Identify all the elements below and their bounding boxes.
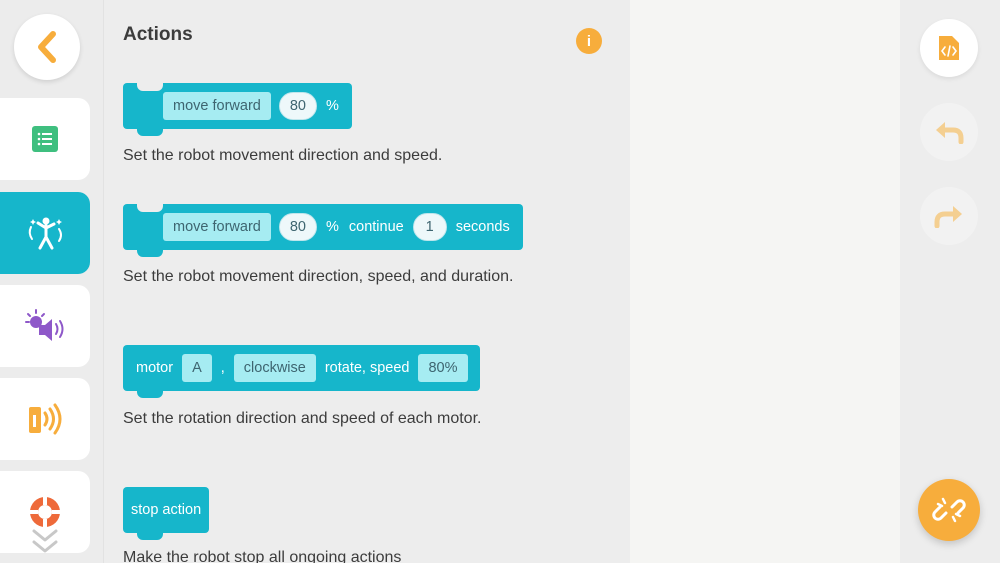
lifebuoy-icon (30, 497, 60, 527)
block-palette: Actions i move forward 80 % Set the robo… (104, 0, 630, 563)
redo-button[interactable] (920, 187, 978, 245)
script-canvas[interactable] (630, 0, 900, 563)
sensor-signal-icon (29, 403, 62, 435)
dancing-figure-icon (28, 217, 62, 250)
block-description: Make the robot stop all ongoing actions (123, 549, 402, 563)
block-motor-rotate[interactable]: motor A , clockwise rotate, speed 80% (123, 345, 480, 398)
palette-title: Actions (123, 24, 193, 45)
unit-label: % (325, 98, 339, 114)
back-button[interactable] (14, 14, 80, 80)
chevron-left-icon (38, 31, 56, 63)
redo-icon (934, 206, 962, 228)
comma-label: , (220, 360, 225, 376)
info-button[interactable]: i (576, 28, 602, 54)
direction-dropdown[interactable]: move forward (163, 213, 271, 241)
code-file-icon (939, 36, 959, 60)
block-move-forward-speed[interactable]: move forward 80 % (123, 82, 352, 136)
rotate-speed-label: rotate, speed (324, 360, 410, 376)
category-actions[interactable] (0, 192, 90, 274)
block-description: Set the robot movement direction and spe… (123, 147, 443, 164)
block-stop-action[interactable]: stop action (123, 487, 210, 540)
speed-input[interactable]: 80 (278, 213, 317, 241)
undo-button[interactable] (920, 103, 978, 161)
code-view-button[interactable] (920, 19, 978, 77)
block-move-forward-duration[interactable]: move forward 80 % continue 1 seconds (123, 203, 523, 257)
block-description: Set the robot movement direction, speed,… (123, 268, 514, 285)
speed-input[interactable]: 80 (278, 92, 317, 120)
undo-icon (936, 122, 964, 144)
motor-speed-dropdown[interactable]: 80% (418, 354, 468, 382)
broken-link-icon (932, 497, 966, 523)
stop-action-label: stop action (131, 502, 202, 518)
unit-label: % (325, 219, 339, 235)
seconds-label: seconds (455, 219, 510, 235)
direction-dropdown[interactable]: move forward (163, 92, 271, 120)
rotation-direction-dropdown[interactable]: clockwise (233, 354, 316, 382)
chevron-double-down-icon[interactable] (30, 527, 60, 557)
motor-port-dropdown[interactable]: A (182, 354, 212, 382)
list-icon (32, 126, 58, 152)
light-sound-icon (25, 309, 64, 341)
connect-device-button[interactable] (918, 479, 980, 541)
continue-label: continue (348, 219, 404, 235)
duration-input[interactable]: 1 (412, 213, 447, 241)
category-notes[interactable] (0, 98, 90, 180)
block-description: Set the rotation direction and speed of … (123, 410, 482, 427)
category-rail (0, 0, 104, 563)
motor-label: motor (136, 360, 174, 376)
category-sensors[interactable] (0, 378, 90, 460)
category-light-sound[interactable] (0, 285, 90, 367)
